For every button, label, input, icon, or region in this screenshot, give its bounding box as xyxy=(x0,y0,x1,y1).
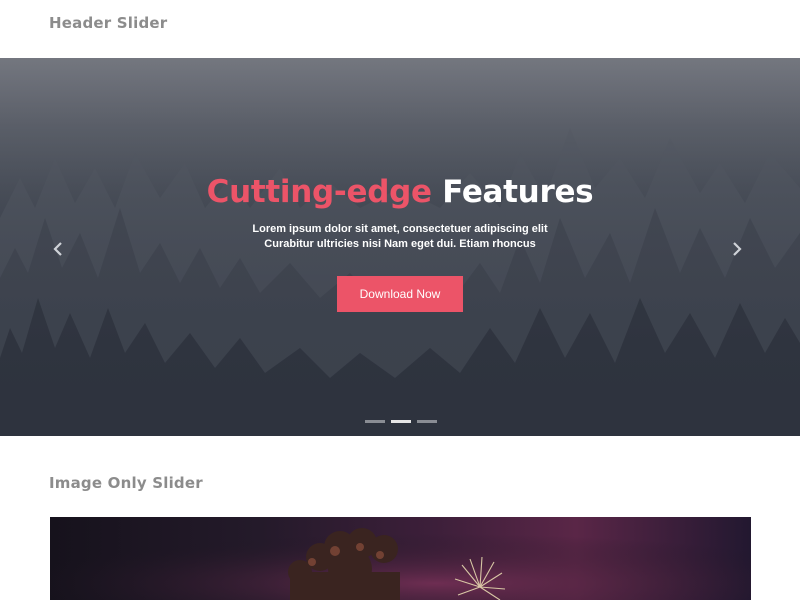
hero-headline-accent: Cutting-edge xyxy=(206,174,432,210)
download-now-button[interactable]: Download Now xyxy=(337,276,463,312)
image-only-slider xyxy=(50,517,751,600)
hero-subtitle-line-1: Lorem ipsum dolor sit amet, consectetuer… xyxy=(252,223,548,235)
slider-next-button[interactable] xyxy=(727,239,747,259)
image-only-slider-title: Image Only Slider xyxy=(49,474,203,492)
hero-subtitle-line-2: Curabitur ultricies nisi Nam eget dui. E… xyxy=(264,238,536,250)
slider-dot-3[interactable] xyxy=(417,420,437,423)
slider-pagination xyxy=(365,420,437,424)
portrait-image xyxy=(50,517,751,600)
hero-slider: Cutting-edge Features Lorem ipsum dolor … xyxy=(0,58,800,436)
slider-dot-2[interactable] xyxy=(391,420,411,423)
hero-headline: Cutting-edge Features xyxy=(0,174,800,210)
chevron-right-icon xyxy=(733,242,742,256)
hero-headline-rest: Features xyxy=(442,174,594,210)
header-slider-title: Header Slider xyxy=(49,14,168,32)
slider-dot-1[interactable] xyxy=(365,420,385,423)
